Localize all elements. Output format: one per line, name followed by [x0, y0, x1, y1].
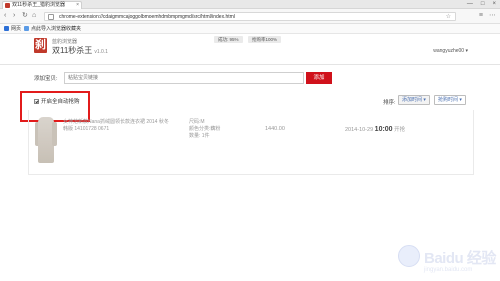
tab-close-icon[interactable]: × — [76, 2, 79, 9]
home-button[interactable]: ⌂ — [32, 12, 36, 20]
add-item-row: 添加宝贝: 添加 — [34, 72, 474, 86]
product-size: 尺码:M — [189, 119, 205, 125]
sort-by-start-button[interactable]: 抢购时间 ▾ — [434, 95, 466, 105]
sale-date: 2014-10-29 — [345, 127, 374, 133]
app-title: 双11秒杀王 v1.0.1 — [52, 45, 108, 56]
bookmark-label: 网页 — [11, 26, 22, 32]
item-list: 女神范新款Nana抓绒圆领长款连衣裙 2014 秋冬韩版 14101728 06… — [28, 110, 474, 175]
minimize-button[interactable]: — — [467, 0, 473, 9]
auto-buy-option[interactable]: 开启全自动抢购 — [34, 97, 80, 105]
item-link-field[interactable] — [64, 72, 304, 84]
watermark: Baidu 经验 jingyan.baidu.com — [398, 243, 496, 281]
sort-by-added-button[interactable]: 添加时间 ▾ — [398, 95, 430, 105]
browser-toolbar: ‹ › ↻ ⌂ chrome-extension://cdaigmmcajogg… — [0, 9, 500, 24]
more-icon[interactable]: ⋯ — [489, 12, 496, 20]
user-menu[interactable]: wangyuzhe00 ▾ — [433, 48, 468, 54]
tab-title: 双11秒杀王_猎豹浏览器 — [12, 2, 65, 8]
address-bar[interactable]: chrome-extension://cdaigmmcajoggolbmoemh… — [44, 12, 456, 21]
product-spec: 尺码:M 颜色分类:藕粉 数量: 1件 — [189, 119, 220, 140]
watermark-text: Baidu 经验 — [424, 250, 496, 267]
sale-hour: 10:00 — [374, 126, 393, 133]
maximize-button[interactable]: □ — [481, 0, 485, 9]
page-icon — [48, 14, 54, 20]
page-content: 刹 蓝豹浏览器 双11秒杀王 v1.0.1 成功: 95% 抢购率100% wan… — [0, 35, 500, 273]
address-url: chrome-extension://cdaigmmcajoggolbmoemh… — [59, 14, 235, 20]
import-icon — [24, 26, 29, 32]
list-item: 女神范新款Nana抓绒圆领长款连衣裙 2014 秋冬韩版 14101728 06… — [29, 110, 475, 175]
success-rate-badge: 成功: 95% — [214, 36, 243, 43]
browser-tab[interactable]: 双11秒杀王_猎豹浏览器 × — [2, 1, 82, 9]
window-controls: — □ × — [467, 0, 496, 9]
favicon-icon — [5, 3, 10, 8]
garment-sleeve — [52, 122, 57, 146]
product-color: 颜色分类:藕粉 — [189, 126, 221, 132]
header-divider — [0, 64, 500, 65]
forward-button[interactable]: › — [13, 12, 15, 20]
sale-suffix: 开抢 — [394, 127, 406, 133]
app-header: 刹 蓝豹浏览器 双11秒杀王 v1.0.1 成功: 95% 抢购率100% wan… — [0, 35, 500, 65]
brand-name: 蓝豹浏览器 — [52, 39, 78, 45]
app-logo: 刹 — [34, 38, 47, 53]
add-item-label: 添加宝贝: — [34, 76, 58, 82]
sale-start-time: 2014-10-29 10:00 开抢 — [345, 125, 405, 133]
bookmark-item[interactable]: 点此导入浏览器收藏夹 — [24, 25, 81, 33]
add-button[interactable]: 添加 — [306, 72, 332, 84]
auto-buy-label: 开启全自动抢购 — [41, 99, 80, 105]
web-icon — [4, 26, 9, 32]
tab-bar: 双11秒杀王_猎豹浏览器 × — □ × — [0, 0, 500, 9]
bookmarks-bar: 网页 点此导入浏览器收藏夹 — [0, 24, 500, 34]
back-button[interactable]: ‹ — [4, 12, 6, 20]
bookmark-item[interactable]: 网页 — [4, 25, 21, 33]
item-link-input[interactable] — [65, 73, 303, 83]
app-title-text: 双11秒杀王 — [52, 46, 93, 55]
close-window-button[interactable]: × — [492, 0, 496, 9]
product-thumbnail[interactable] — [35, 117, 57, 163]
sort-label: 排序: — [383, 100, 396, 106]
bookmark-star-icon[interactable]: ☆ — [446, 13, 451, 21]
product-quantity: 数量: 1件 — [189, 133, 210, 139]
menu-icon[interactable]: ≡ — [479, 12, 483, 20]
watermark-sub: jingyan.baidu.com — [424, 267, 473, 273]
auto-buy-checkbox[interactable] — [34, 98, 39, 104]
product-name[interactable]: 女神范新款Nana抓绒圆领长款连衣裙 2014 秋冬韩版 14101728 06… — [63, 119, 173, 133]
fetch-rate-badge: 抢购率100% — [248, 36, 282, 43]
reload-button[interactable]: ↻ — [22, 12, 28, 20]
app-version: v1.0.1 — [94, 49, 108, 55]
toolbar-right: ≡ ⋯ — [479, 12, 496, 20]
bookmark-label: 点此导入浏览器收藏夹 — [31, 26, 82, 32]
product-price: 1440.00 — [265, 126, 285, 132]
